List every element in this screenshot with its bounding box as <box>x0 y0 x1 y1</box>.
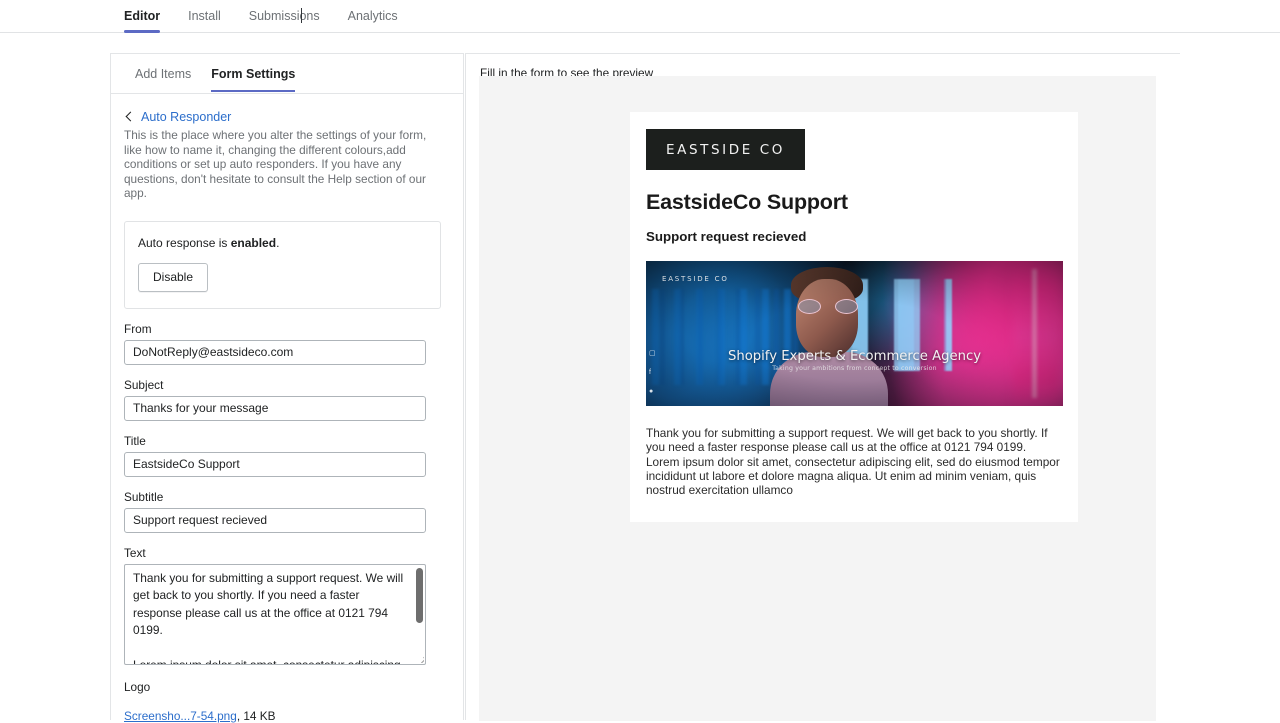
sub-tab-add-items-label: Add Items <box>135 67 192 81</box>
email-hero-banner: EASTSIDE CO ▢ f ● Shopify Experts & Ecom… <box>646 261 1063 406</box>
email-body-text: Thank you for submitting a support reque… <box>646 426 1060 498</box>
text-textarea[interactable]: Thank you for submitting a support reque… <box>124 563 426 665</box>
tab-submissions[interactable]: Submissions <box>235 0 334 33</box>
field-from-label: From <box>124 321 152 336</box>
text-paragraph-2: Lorem ipsum dolor sit amet, consectetur … <box>133 657 411 664</box>
text-paragraph-1: Thank you for submitting a support reque… <box>133 570 404 638</box>
field-text-label: Text <box>124 545 146 560</box>
field-subject-label: Subject <box>124 377 164 392</box>
field-subject: Subject <box>124 378 449 421</box>
email-subtitle: Support request recieved <box>646 229 807 244</box>
preview-panel: Fill in the form to see the preview EAST… <box>465 53 1180 721</box>
auto-responder-back-link[interactable]: Auto Responder <box>141 110 231 124</box>
panel-sub-tabs: Add Items Form Settings <box>111 54 463 94</box>
hero-tagline: Taking your ambitions from concept to co… <box>772 365 937 372</box>
twitter-icon: ● <box>649 388 654 395</box>
title-input[interactable] <box>124 451 426 477</box>
text-cursor <box>301 8 302 23</box>
tab-install-label: Install <box>188 9 221 23</box>
email-preview-card: EASTSIDE CO EastsideCo Support Support r… <box>630 112 1078 522</box>
sub-tab-add-items[interactable]: Add Items <box>125 54 201 92</box>
field-title: Title <box>124 434 449 477</box>
email-brand-logo-text: EASTSIDE CO <box>666 141 785 158</box>
logo-file-row: Screensho...7-54.png, 14 KB <box>124 709 449 723</box>
field-from: From <box>124 322 449 365</box>
auto-response-status-card: Auto response is enabled. Disable <box>124 220 441 309</box>
logo-label: Logo <box>124 679 151 694</box>
auto-responder-back-row[interactable]: Auto Responder <box>124 110 449 124</box>
field-text: Text Thank you for submitting a support … <box>124 546 449 665</box>
sub-tab-form-settings[interactable]: Form Settings <box>201 54 305 92</box>
chevron-left-icon <box>124 112 134 122</box>
top-tab-bar: Editor Install Submissions Analytics <box>0 0 1280 33</box>
status-state: enabled <box>230 235 277 250</box>
textarea-resize-handle[interactable] <box>413 652 424 663</box>
hero-headline: Shopify Experts & Ecommerce Agency <box>727 349 982 364</box>
panel-description: This is the place where you alter the se… <box>124 128 427 201</box>
subject-input[interactable] <box>124 395 426 421</box>
field-subtitle: Subtitle <box>124 490 449 533</box>
tab-analytics[interactable]: Analytics <box>334 0 412 33</box>
textarea-scrollbar[interactable] <box>416 567 423 623</box>
email-title: EastsideCo Support <box>646 190 848 214</box>
field-title-label: Title <box>124 433 146 448</box>
field-subtitle-label: Subtitle <box>124 489 164 504</box>
tab-editor[interactable]: Editor <box>110 0 174 33</box>
form-settings-panel: Add Items Form Settings Auto Responder T… <box>110 53 464 723</box>
email-brand-logo: EASTSIDE CO <box>646 129 805 170</box>
status-prefix: Auto response is <box>138 235 231 250</box>
tab-install[interactable]: Install <box>174 0 235 33</box>
from-input[interactable] <box>124 339 426 365</box>
sub-tab-form-settings-label: Form Settings <box>211 67 296 81</box>
disable-button[interactable]: Disable <box>138 262 209 292</box>
logo-file-size: , 14 KB <box>236 708 276 723</box>
logo-file-link[interactable]: Screensho...7-54.png <box>124 709 237 723</box>
tab-submissions-label: Submissions <box>248 9 320 23</box>
auto-response-status-text: Auto response is enabled. <box>138 236 427 250</box>
tab-editor-label: Editor <box>124 9 161 23</box>
preview-stage: EASTSIDE CO EastsideCo Support Support r… <box>479 76 1156 721</box>
subtitle-input[interactable] <box>124 507 426 533</box>
status-suffix: . <box>276 235 280 250</box>
tab-analytics-label: Analytics <box>347 9 398 23</box>
hero-logo-text: EASTSIDE CO <box>662 275 729 283</box>
